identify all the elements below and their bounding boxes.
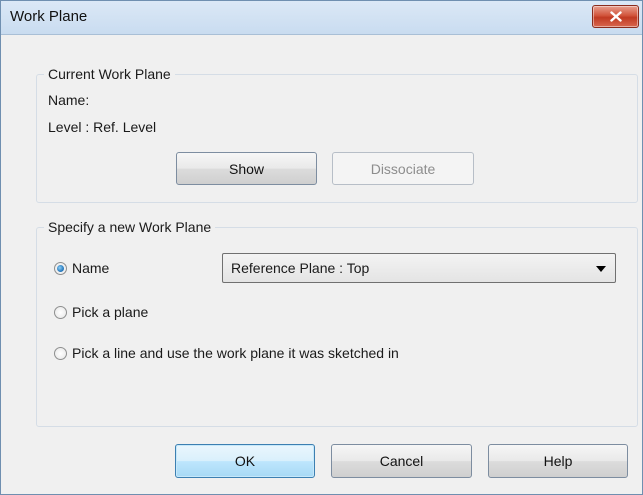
pick-plane-radio[interactable] <box>54 305 67 319</box>
close-icon <box>609 11 622 22</box>
pick-line-option[interactable]: Pick a line and use the work plane it wa… <box>54 344 399 362</box>
cancel-button[interactable]: Cancel <box>331 444 472 478</box>
work-plane-name-select[interactable]: Reference Plane : Top <box>222 253 616 283</box>
current-name-label: Name: <box>48 92 90 108</box>
current-work-plane-value: Level : Ref. Level <box>48 119 157 135</box>
name-option-label: Name <box>72 260 110 276</box>
close-button[interactable] <box>592 5 639 28</box>
window-title: Work Plane <box>10 8 88 25</box>
dissociate-button[interactable]: Dissociate <box>332 152 474 185</box>
name-option[interactable]: Name <box>54 259 109 277</box>
work-plane-dialog: Work Plane Current Work Plane Name: Leve… <box>0 0 643 495</box>
pick-line-radio[interactable] <box>54 346 67 360</box>
new-work-plane-legend: Specify a new Work Plane <box>44 219 216 236</box>
show-button[interactable]: Show <box>176 152 317 185</box>
help-button[interactable]: Help <box>488 444 628 478</box>
pick-line-option-label: Pick a line and use the work plane it wa… <box>72 345 399 361</box>
title-bar[interactable]: Work Plane <box>1 1 642 35</box>
chevron-down-icon <box>596 266 606 272</box>
current-work-plane-legend: Current Work Plane <box>44 66 175 83</box>
work-plane-name-value: Reference Plane : Top <box>231 260 370 276</box>
ok-button[interactable]: OK <box>175 444 315 478</box>
pick-plane-option[interactable]: Pick a plane <box>54 303 148 321</box>
name-radio[interactable] <box>54 261 67 275</box>
pick-plane-option-label: Pick a plane <box>72 304 149 320</box>
